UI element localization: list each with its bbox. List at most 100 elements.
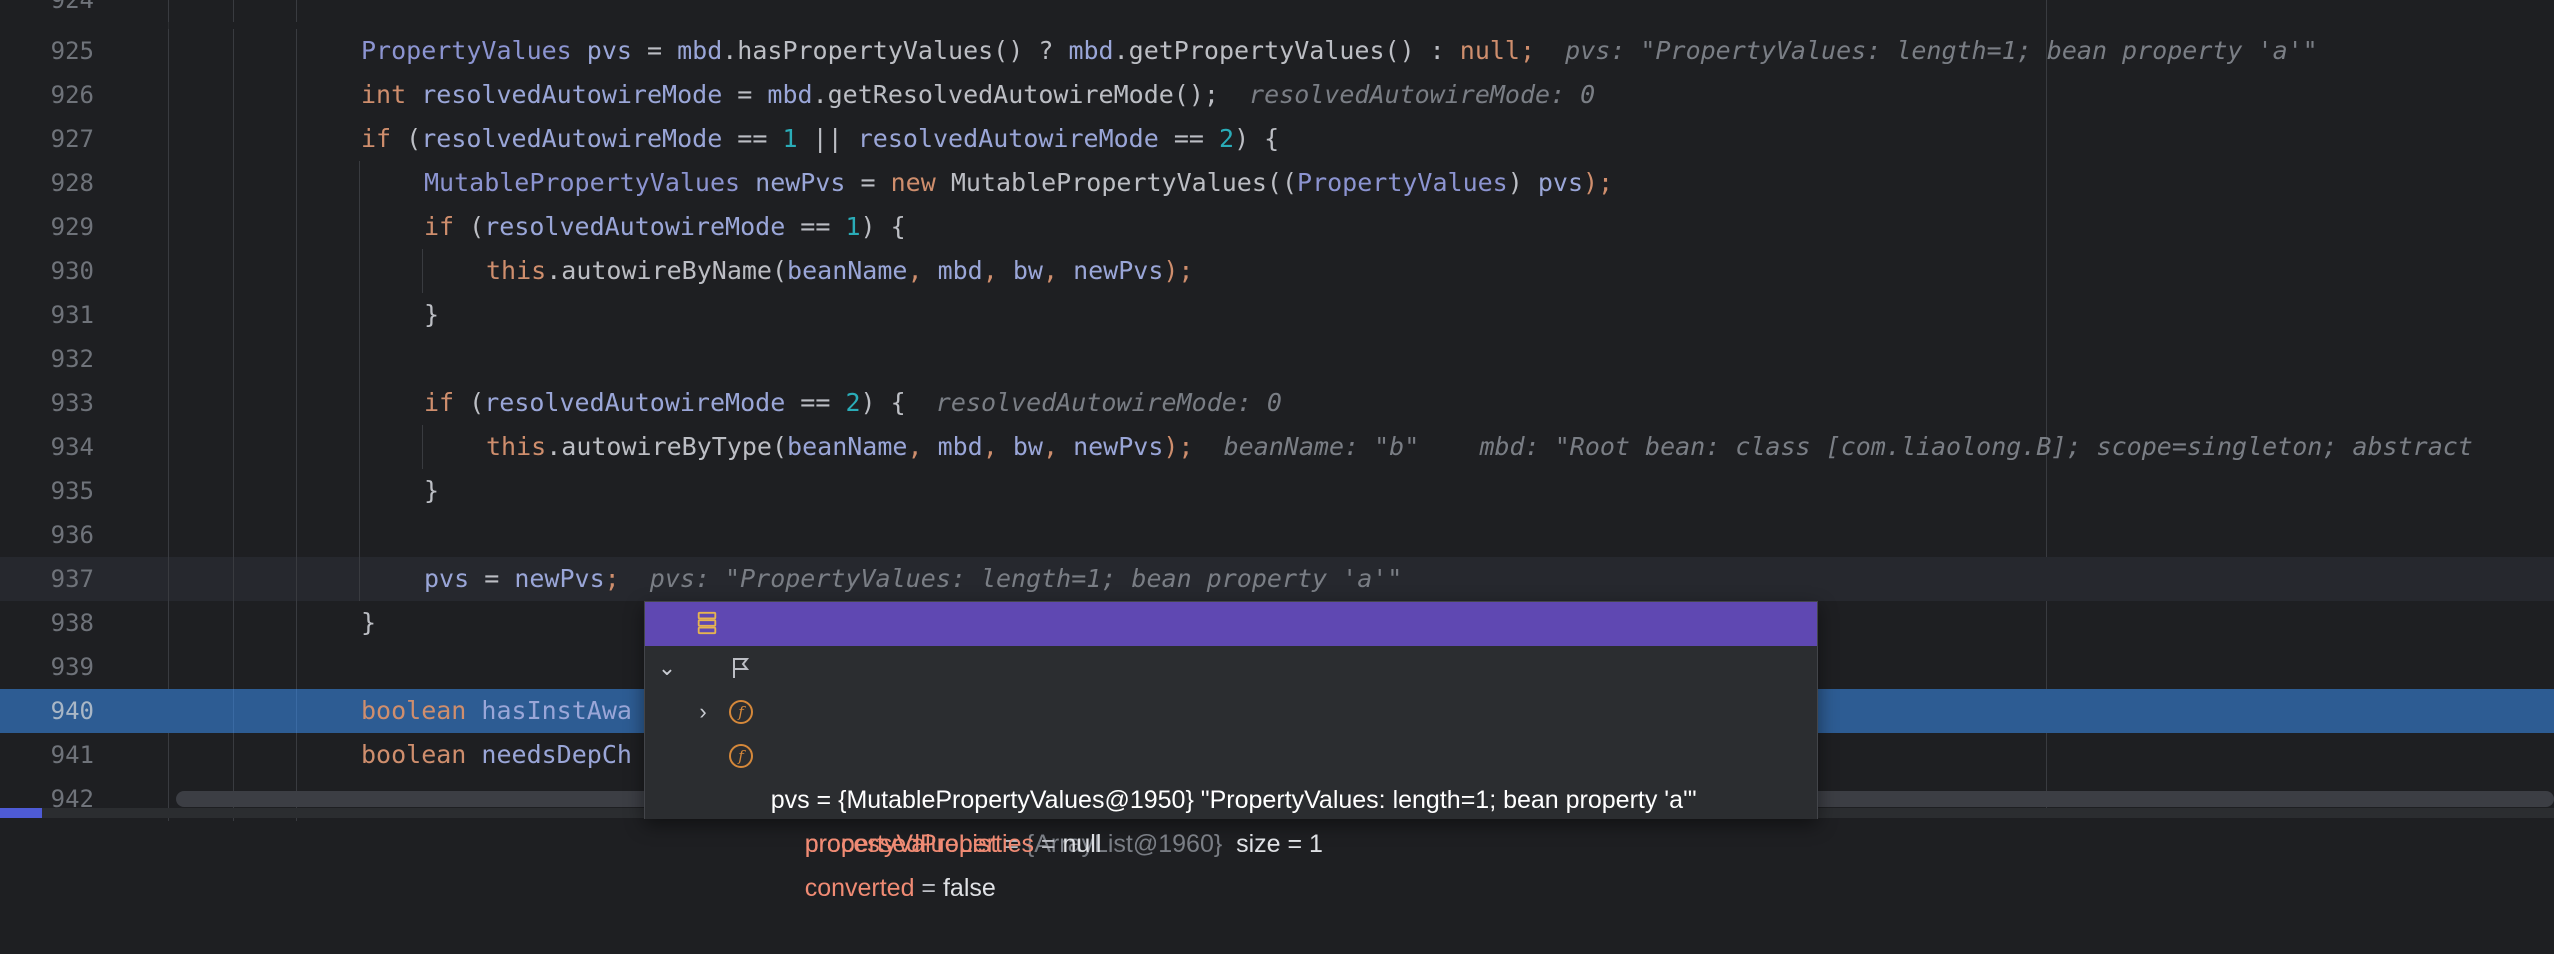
- line-number[interactable]: 928: [0, 161, 94, 205]
- indent-guide: [359, 205, 360, 249]
- debugger-value-popup[interactable]: ⌄ pvs = {MutablePropertyValues@1950} "Pr…: [644, 601, 1818, 902]
- code-token: =: [845, 168, 891, 197]
- code-text[interactable]: pvs = newPvs; pvs: "PropertyValues: leng…: [424, 557, 1402, 601]
- code-token: ,: [982, 256, 1013, 285]
- indent-guide: [422, 425, 423, 469]
- code-token: resolvedAutowireMode: [421, 80, 723, 109]
- code-token: this: [486, 432, 547, 461]
- code-token: pvs: [1537, 168, 1583, 197]
- code-line[interactable]: 924: [0, 0, 2554, 22]
- code-token: newPvs: [1073, 256, 1164, 285]
- code-token: }: [424, 476, 440, 505]
- line-number[interactable]: 927: [0, 117, 94, 161]
- code-token: ;: [1520, 36, 1536, 65]
- line-number[interactable]: 935: [0, 469, 94, 513]
- code-text[interactable]: }: [424, 469, 439, 513]
- code-token: );: [1163, 256, 1194, 285]
- code-text[interactable]: if (resolvedAutowireMode == 1) {: [424, 205, 906, 249]
- code-line[interactable]: 936: [0, 513, 2554, 557]
- code-line[interactable]: 930 this.autowireByName(beanName, mbd, bw…: [0, 249, 2554, 293]
- indent-guide: [296, 249, 297, 293]
- code-line[interactable]: 932: [0, 337, 2554, 381]
- code-line[interactable]: 931}: [0, 293, 2554, 337]
- indent-guide: [168, 645, 169, 689]
- line-number[interactable]: 936: [0, 513, 94, 557]
- code-token: ) {: [860, 388, 906, 417]
- line-number[interactable]: 931: [0, 293, 94, 337]
- code-token: ) {: [1234, 124, 1280, 153]
- code-token: ,: [907, 256, 938, 285]
- code-line[interactable]: 928 MutablePropertyValues newPvs = new Mu…: [0, 161, 2554, 205]
- code-text[interactable]: }: [424, 293, 439, 337]
- code-text[interactable]: boolean hasInstAwa: [361, 689, 632, 733]
- code-token: ==: [1158, 124, 1219, 153]
- code-text[interactable]: if (resolvedAutowireMode == 1 || resolve…: [361, 117, 1279, 161]
- code-token: PropertyValues: [361, 36, 587, 65]
- code-text[interactable]: int resolvedAutowireMode = mbd.getResolv…: [361, 73, 1595, 117]
- line-number[interactable]: 925: [0, 29, 94, 73]
- popup-child-value: size = 1: [1222, 830, 1323, 858]
- line-number[interactable]: 940: [0, 689, 94, 733]
- indent-guide: [296, 557, 297, 601]
- code-line[interactable]: 927 if (resolvedAutowireMode == 1 || reso…: [0, 117, 2554, 161]
- popup-child-value: null: [1062, 830, 1102, 858]
- code-token: mbd: [677, 36, 723, 65]
- code-token: resolvedAutowireMode: [857, 124, 1159, 153]
- code-token: newPvs: [514, 564, 605, 593]
- code-text[interactable]: }: [361, 601, 376, 645]
- code-line[interactable]: 926 int resolvedAutowireMode = mbd.getRes…: [0, 73, 2554, 117]
- code-token: ,: [1042, 256, 1074, 285]
- indent-guide: [296, 293, 297, 337]
- line-number[interactable]: 924: [0, 0, 94, 22]
- code-token: ) {: [860, 212, 906, 241]
- line-number[interactable]: 941: [0, 733, 94, 777]
- code-token: int: [361, 80, 422, 109]
- indent-guide: [359, 337, 360, 381]
- code-line[interactable]: 933 if (resolvedAutowireMode == 2) { reso…: [0, 381, 2554, 425]
- code-line[interactable]: 925 PropertyValues pvs = mbd.hasPropertyV…: [0, 29, 2554, 73]
- code-token: .autowireByName(: [546, 256, 788, 285]
- line-number[interactable]: 933: [0, 381, 94, 425]
- code-line[interactable]: 935}: [0, 469, 2554, 513]
- code-token: boolean: [361, 740, 482, 769]
- popup-root-row[interactable]: ⌄ pvs = {MutablePropertyValues@1950} "Pr…: [645, 602, 1817, 814]
- popup-child-eq: =: [1033, 830, 1063, 858]
- code-line[interactable]: 929 if (resolvedAutowireMode == 1) {: [0, 205, 2554, 249]
- popup-child-row[interactable]: f processedProperties = null: [645, 690, 1817, 858]
- code-token: pvs: [586, 36, 632, 65]
- line-number[interactable]: 930: [0, 249, 94, 293]
- code-text[interactable]: boolean needsDepCh: [361, 733, 632, 777]
- code-token: beanName: [787, 256, 908, 285]
- indent-guide: [296, 469, 297, 513]
- code-line[interactable]: 937 pvs = newPvs; pvs: "PropertyValues: l…: [0, 557, 2554, 601]
- code-text[interactable]: if (resolvedAutowireMode == 2) { resolve…: [424, 381, 1282, 425]
- line-number[interactable]: 937: [0, 557, 94, 601]
- code-text[interactable]: PropertyValues pvs = mbd.hasPropertyValu…: [361, 29, 2318, 73]
- line-number[interactable]: 929: [0, 205, 94, 249]
- line-number[interactable]: 934: [0, 425, 94, 469]
- code-token: 1: [782, 124, 798, 153]
- indent-guide: [296, 161, 297, 205]
- code-text[interactable]: this.autowireByType(beanName, mbd, bw, n…: [486, 425, 2473, 469]
- code-token: needsDepCh: [481, 740, 632, 769]
- code-text[interactable]: MutablePropertyValues newPvs = new Mutab…: [424, 161, 1613, 205]
- code-token: (: [469, 212, 485, 241]
- popup-child-row[interactable]: › propertyValueList = {ArrayList@1960} s…: [645, 646, 1817, 858]
- code-token: .getResolvedAutowireMode();: [812, 80, 1219, 109]
- code-text[interactable]: this.autowireByName(beanName, mbd, bw, n…: [486, 249, 1193, 293]
- indent-guide: [233, 117, 234, 161]
- line-number[interactable]: 939: [0, 645, 94, 689]
- indent-guide: [168, 381, 169, 425]
- indent-guide: [168, 117, 169, 161]
- code-token: ;: [604, 564, 620, 593]
- popup-child-value: false: [942, 874, 996, 902]
- indent-guide: [233, 601, 234, 645]
- indent-guide: [296, 117, 297, 161]
- line-number[interactable]: 926: [0, 73, 94, 117]
- code-line[interactable]: 934 this.autowireByType(beanName, mbd, bw…: [0, 425, 2554, 469]
- line-number[interactable]: 932: [0, 337, 94, 381]
- popup-child-row[interactable]: f converted = false: [645, 734, 1817, 902]
- indent-guide: [233, 557, 234, 601]
- code-token: if: [361, 124, 407, 153]
- line-number[interactable]: 938: [0, 601, 94, 645]
